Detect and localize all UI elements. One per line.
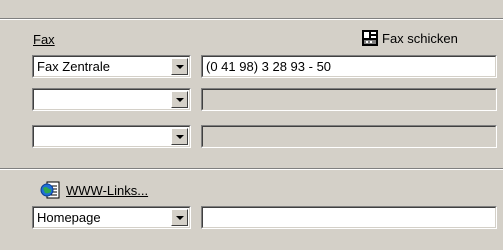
top-divider — [0, 18, 503, 20]
section-divider — [0, 168, 503, 170]
fax-type-dropdown-button-1[interactable] — [171, 58, 188, 75]
web-url-input[interactable] — [201, 206, 497, 229]
fax-type-dropdown-2[interactable] — [32, 88, 191, 111]
fax-type-dropdown-button-3[interactable] — [171, 128, 188, 145]
web-type-value: Homepage — [37, 210, 101, 225]
fax-number-value-1: (0 41 98) 3 28 93 - 50 — [206, 59, 332, 74]
fax-type-dropdown-1[interactable]: Fax Zentrale — [32, 55, 191, 78]
chevron-down-icon — [176, 216, 184, 220]
web-type-dropdown-button[interactable] — [171, 209, 188, 226]
fax-type-dropdown-button-2[interactable] — [171, 91, 188, 108]
fax-number-input-2 — [201, 88, 497, 111]
chevron-down-icon — [176, 135, 184, 139]
fax-type-value-1: Fax Zentrale — [37, 59, 110, 74]
fax-send-button[interactable]: Fax schicken — [362, 29, 458, 47]
fax-type-dropdown-3[interactable] — [32, 125, 191, 148]
fax-number-input-1[interactable]: (0 41 98) 3 28 93 - 50 — [201, 55, 497, 78]
www-links-label: WWW-Links... — [66, 182, 149, 198]
fax-section-label: Fax — [33, 32, 55, 47]
chevron-down-icon — [176, 65, 184, 69]
web-type-dropdown[interactable]: Homepage — [32, 206, 191, 229]
globe-page-icon — [40, 181, 60, 199]
fax-send-label: Fax schicken — [382, 30, 458, 46]
www-links-button[interactable]: WWW-Links... — [40, 181, 148, 199]
chevron-down-icon — [176, 98, 184, 102]
fax-machine-icon — [362, 30, 378, 46]
fax-number-input-3 — [201, 125, 497, 148]
